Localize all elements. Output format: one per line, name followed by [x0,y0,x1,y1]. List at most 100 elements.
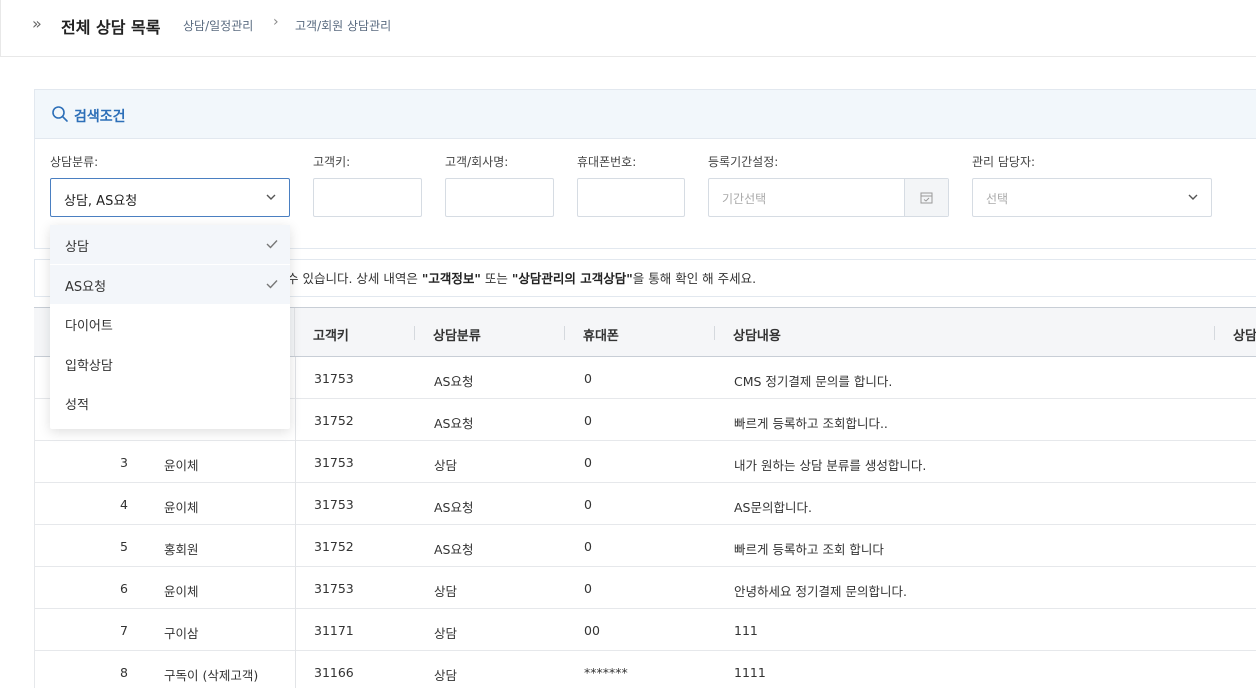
cell-phone: 0 [584,539,592,554]
cell-phone: 0 [584,455,592,470]
chevron-down-icon [1188,194,1198,200]
search-icon [52,106,68,122]
cell-category: AS요청 [434,416,474,431]
period-input[interactable]: 기간선택 [708,178,949,217]
company-name-input[interactable] [445,178,554,217]
phone-input[interactable] [577,178,685,217]
dropdown-option-label: 상담 [65,240,89,255]
cell-name: 윤이체 [164,584,199,599]
cell-name: 구독이 (삭제고객) [164,668,259,683]
cell-phone: 0 [584,413,592,428]
manager-placeholder: 선택 [986,192,1009,206]
header-divider [714,326,715,340]
category-label: 상담분류: [50,155,99,169]
table-row[interactable]: 7 구이삼 31171 상담 00 111 [34,609,1256,651]
info-suffix: 을 통해 확인 해 주세요. [632,271,757,286]
breadcrumb-item-2[interactable]: 고객/회원 상담관리 [295,17,391,34]
cell-category: AS요청 [434,374,474,389]
cell-category: 상담 [434,626,458,641]
customer-key-label: 고객키: [313,155,351,169]
column-divider [295,651,296,688]
search-panel-header: 검색조건 [35,90,1256,139]
cell-name: 홍회원 [164,542,199,557]
cell-no: 8 [120,665,128,680]
check-icon [266,279,278,289]
cell-content: CMS 정기결제 문의를 합니다. [734,374,893,389]
cell-category: 상담 [434,668,458,683]
period-placeholder: 기간선택 [722,192,767,206]
category-select-value: 상담, AS요청 [64,194,138,209]
category-select[interactable]: 상담, AS요청 [50,178,290,217]
dropdown-option-label: 다이어트 [65,319,113,334]
cell-no: 4 [120,497,128,512]
column-divider [295,525,296,567]
info-prefix: 수 있습니다. 상세 내역은 [287,271,422,286]
column-divider [295,567,296,609]
dropdown-option[interactable]: 성적 [50,383,290,422]
cell-customer-key: 31166 [314,665,354,680]
cell-no: 5 [120,539,128,554]
double-chevron-icon[interactable]: » [32,14,42,33]
cell-no: 7 [120,623,128,638]
dropdown-option[interactable]: AS요청 [50,264,290,304]
th-phone[interactable]: 휴대폰 [583,325,619,344]
customer-key-input[interactable] [313,178,422,217]
calendar-icon [920,192,933,204]
company-name-label: 고객/회사명: [445,155,509,169]
dropdown-option[interactable]: 다이어트 [50,304,290,343]
th-category[interactable]: 상담분류 [433,325,481,344]
column-divider [295,441,296,483]
column-divider [294,308,295,356]
dropdown-option[interactable]: 입학상담 [50,344,290,383]
column-divider [295,399,296,441]
cell-name: 구이삼 [164,626,199,641]
info-text: 수 있습니다. 상세 내역은 "고객정보" 또는 "상담관리의 고객상담"을 통… [287,268,756,287]
table-row[interactable]: 3 윤이체 31753 상담 0 내가 원하는 상담 분류를 생성합니다. [34,441,1256,483]
table-row[interactable]: 6 윤이체 31753 상담 0 안녕하세요 정기결제 문의합니다. [34,567,1256,609]
cell-customer-key: 31752 [314,539,354,554]
cell-content: AS문의합니다. [734,500,812,515]
header-divider [414,326,415,340]
dropdown-option-label: 입학상담 [65,358,113,374]
period-label: 등록기간설정: [708,155,779,169]
cell-category: AS요청 [434,500,474,515]
th-customer-key[interactable]: 고객키 [313,325,349,344]
cell-no: 3 [120,455,128,470]
info-customer-info: "고객정보" [421,271,481,286]
cell-name: 윤이체 [164,458,199,473]
dropdown-option-label: 성적 [65,398,89,413]
cell-content: 빠르게 등록하고 조회 합니다 [734,542,884,557]
cell-phone: ******* [584,665,628,680]
th-extra[interactable]: 상담 [1233,325,1256,344]
cell-no: 6 [120,581,128,596]
column-divider [295,609,296,651]
cell-content: 내가 원하는 상담 분류를 생성합니다. [734,458,927,473]
dropdown-option-label: AS요청 [65,279,107,295]
table-row[interactable]: 5 홍회원 31752 AS요청 0 빠르게 등록하고 조회 합니다 [34,525,1256,567]
table-row[interactable]: 4 윤이체 31753 AS요청 0 AS문의합니다. [34,483,1256,525]
breadcrumb-item-1[interactable]: 상담/일정관리 [183,17,253,34]
phone-label: 휴대폰번호: [577,155,637,169]
cell-phone: 0 [584,371,592,386]
info-mid: 또는 [480,271,512,286]
cell-customer-key: 31752 [314,413,354,428]
table-row[interactable]: 8 구독이 (삭제고객) 31166 상담 ******* 1111 [34,651,1256,688]
calendar-button[interactable] [904,179,948,216]
search-panel-title: 검색조건 [74,109,126,125]
cell-content: 111 [734,623,758,638]
cell-phone: 0 [584,581,592,596]
manager-select[interactable]: 선택 [972,178,1212,217]
category-dropdown: 상담 AS요청다이어트입학상담성적 [50,225,290,429]
cell-content: 빠르게 등록하고 조회합니다.. [734,416,888,431]
th-content[interactable]: 상담내용 [733,325,781,344]
chevron-down-icon [266,194,276,200]
cell-phone: 00 [584,623,600,638]
cell-content: 안녕하세요 정기결제 문의합니다. [734,584,907,599]
chevron-right-icon: › [273,14,279,30]
page-title: 전체 상담 목록 [61,18,161,37]
dropdown-option[interactable]: 상담 [50,225,290,264]
cell-customer-key: 31753 [314,581,354,596]
cell-customer-key: 31753 [314,497,354,512]
cell-customer-key: 31171 [314,623,354,638]
cell-category: 상담 [434,584,458,599]
